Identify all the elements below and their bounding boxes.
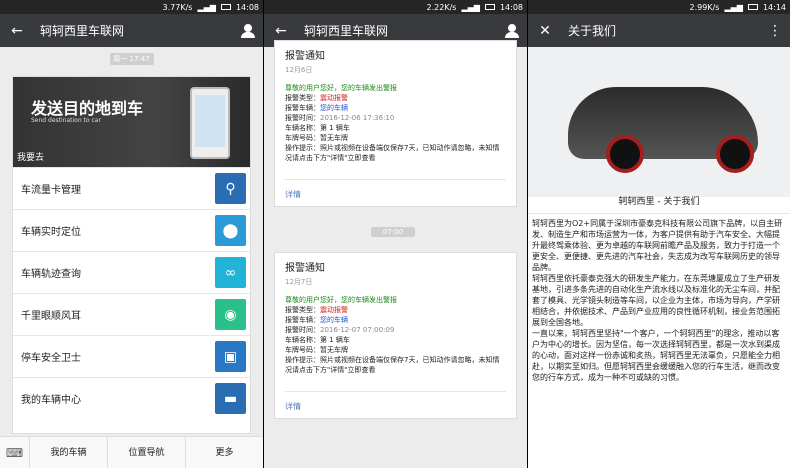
about-paragraph: 轲轲西里依托豪泰克强大的研发生产能力，在东莞塘厦成立了生产研发基地，引进多条先进… xyxy=(532,274,780,327)
time-chip: 周一 17:47 xyxy=(109,53,154,65)
menu-label: 车辆轨迹查询 xyxy=(21,269,81,280)
tab-more[interactable]: 更多 xyxy=(186,437,263,468)
field-label: 车牌号码： xyxy=(285,134,320,142)
location-pin-icon: ⬤ xyxy=(215,215,246,246)
alarm-type: 震动报警 xyxy=(320,306,348,314)
menu-item-flow-card[interactable]: 车流量卡管理 ⚲ xyxy=(13,167,250,209)
page-title: 关于我们 xyxy=(568,24,617,38)
field-label: 报警类型： xyxy=(285,94,320,102)
clock: 14:14 xyxy=(762,2,786,12)
menu-item-camera[interactable]: 千里眼顺风耳 ◉ xyxy=(13,293,250,335)
field-label: 报警类型： xyxy=(285,306,320,314)
menu-item-parking[interactable]: 停车安全卫士 ▣ xyxy=(13,335,250,377)
field-label: 报警车辆： xyxy=(285,104,320,112)
alarm-vehicle: 您的车辆 xyxy=(320,316,348,324)
signal-icon: ▂▄▆ xyxy=(724,2,743,12)
camera-icon: ◉ xyxy=(215,299,246,330)
menu-item-track[interactable]: 车辆轨迹查询 ∞ xyxy=(13,251,250,293)
phone-image xyxy=(190,87,230,159)
vehicle-name: 第 1 辆车 xyxy=(320,336,350,344)
network-speed: 2.22K/s xyxy=(426,2,457,12)
plate-number: 暂无车牌 xyxy=(320,134,348,142)
title-bar: ← 轲轲西里车联网 xyxy=(0,14,263,47)
network-speed: 3.77K/s xyxy=(162,2,193,12)
alarm-date: 12月7日 xyxy=(285,278,313,286)
chat-screen-2: 2.22K/s ▂▄▆ 14:08 ← 轲轲西里车联网 报警通知 12月6日 尊… xyxy=(264,0,527,468)
alarm-time: 2016-12-06 17:36:10 xyxy=(320,114,395,122)
banner-headline: 发送目的地到车 xyxy=(31,99,144,118)
battery-icon xyxy=(220,4,231,10)
signal-icon: ▂▄▆ xyxy=(197,2,216,12)
status-bar: 3.77K/s ▂▄▆ 14:08 xyxy=(0,0,263,14)
menu-item-location[interactable]: 车辆实时定位 ⬤ xyxy=(13,209,250,251)
alarm-card: 报警通知 12月6日 尊敬的用户您好，您的车辆发出警报 报警类型：震动报警 报警… xyxy=(274,40,517,207)
status-bar: 2.22K/s ▂▄▆ 14:08 xyxy=(264,0,527,14)
about-card: 轲轲西里 - 关于我们 轲轲西里为O2+同属于深圳市豪泰克科技有限公司旗下品牌，… xyxy=(528,188,790,387)
alarm-time: 2016-12-07 07:00:09 xyxy=(320,326,395,334)
alarm-greeting: 尊敬的用户您好，您的车辆发出警报 xyxy=(285,84,397,92)
field-label: 车辆名称： xyxy=(285,336,320,344)
bottom-bar: ⌨ 我的车辆 位置导航 更多 xyxy=(0,436,263,468)
chat-screen-1: 3.77K/s ▂▄▆ 14:08 ← 轲轲西里车联网 周一 17:47 发送目… xyxy=(0,0,263,468)
signal-tower-icon: ⚲ xyxy=(215,173,246,204)
about-paragraph: 一直以来，轲轲西里坚持"一个客户，一个轲轲西里"的理念，推动以客户为中心的增长。… xyxy=(532,329,780,382)
menu-label: 千里眼顺风耳 xyxy=(21,311,81,322)
field-label: 车辆名称： xyxy=(285,124,320,132)
battery-icon xyxy=(484,4,495,10)
field-label: 报警时间： xyxy=(285,326,320,334)
field-label: 操作提示： xyxy=(285,356,320,364)
clock: 14:08 xyxy=(499,2,523,12)
menu-item-vehicle-center[interactable]: 我的车辆中心 ▬ xyxy=(13,377,250,419)
user-icon[interactable] xyxy=(505,23,519,38)
detail-link[interactable]: 详情 xyxy=(285,391,506,412)
title-bar: ✕ 关于我们 ⋮ xyxy=(528,14,790,47)
alarm-title: 报警通知 xyxy=(285,51,325,62)
battery-icon xyxy=(747,4,758,10)
page-title: 轲轲西里车联网 xyxy=(304,24,389,38)
alarm-card: 报警通知 12月7日 尊敬的用户您好，您的车辆发出警报 报警类型：震动报警 报警… xyxy=(274,252,517,419)
about-paragraph: 轲轲西里为O2+同属于深圳市豪泰克科技有限公司旗下品牌，以自主研发、制造生产和市… xyxy=(532,219,783,272)
car-icon: ▬ xyxy=(215,383,246,414)
field-label: 车牌号码： xyxy=(285,346,320,354)
close-icon[interactable]: ✕ xyxy=(536,23,554,39)
banner-sub: 我要去 xyxy=(17,153,45,163)
alarm-vehicle: 您的车辆 xyxy=(320,104,348,112)
concept-car-image xyxy=(528,47,790,197)
back-arrow-icon[interactable]: ← xyxy=(272,23,290,39)
field-label: 操作提示： xyxy=(285,144,320,152)
menu-label: 车辆实时定位 xyxy=(21,227,81,238)
time-chip: 07:00 xyxy=(371,227,415,237)
about-title: 轲轲西里 - 关于我们 xyxy=(528,188,790,214)
menu-card: 发送目的地到车 Send destination to car 我要去 车流量卡… xyxy=(12,76,251,434)
tab-navigation[interactable]: 位置导航 xyxy=(108,436,186,468)
network-speed: 2.99K/s xyxy=(689,2,720,12)
alarm-title: 报警通知 xyxy=(285,263,325,274)
about-body: 轲轲西里为O2+同属于深圳市豪泰克科技有限公司旗下品牌，以自主研发、制造生产和市… xyxy=(528,214,790,387)
signal-icon: ▂▄▆ xyxy=(461,2,480,12)
about-screen: 2.99K/s ▂▄▆ 14:14 ✕ 关于我们 ⋮ 轲轲西里 - 关于我们 轲… xyxy=(528,0,790,468)
menu-label: 停车安全卫士 xyxy=(21,353,81,364)
menu-label: 我的车辆中心 xyxy=(21,395,81,406)
clock: 14:08 xyxy=(235,2,259,12)
more-options-icon[interactable]: ⋮ xyxy=(768,23,782,39)
page-title: 轲轲西里车联网 xyxy=(40,24,125,38)
keyboard-icon[interactable]: ⌨ xyxy=(0,436,30,468)
detail-link[interactable]: 详情 xyxy=(285,179,506,200)
field-label: 报警车辆： xyxy=(285,316,320,324)
banner[interactable]: 发送目的地到车 Send destination to car 我要去 xyxy=(13,77,250,167)
plate-number: 暂无车牌 xyxy=(320,346,348,354)
route-loop-icon: ∞ xyxy=(215,257,246,288)
alarm-date: 12月6日 xyxy=(285,66,313,74)
status-bar: 2.99K/s ▂▄▆ 14:14 xyxy=(528,0,790,14)
alarm-greeting: 尊敬的用户您好，您的车辆发出警报 xyxy=(285,296,397,304)
tab-my-vehicle[interactable]: 我的车辆 xyxy=(30,436,108,468)
back-arrow-icon[interactable]: ← xyxy=(8,23,26,39)
banner-english: Send destination to car xyxy=(31,117,101,124)
menu-label: 车流量卡管理 xyxy=(21,185,81,196)
user-icon[interactable] xyxy=(241,23,255,38)
vehicle-name: 第 1 辆车 xyxy=(320,124,350,132)
alarm-type: 震动报警 xyxy=(320,94,348,102)
field-label: 报警时间： xyxy=(285,114,320,122)
parking-guard-icon: ▣ xyxy=(215,341,246,372)
